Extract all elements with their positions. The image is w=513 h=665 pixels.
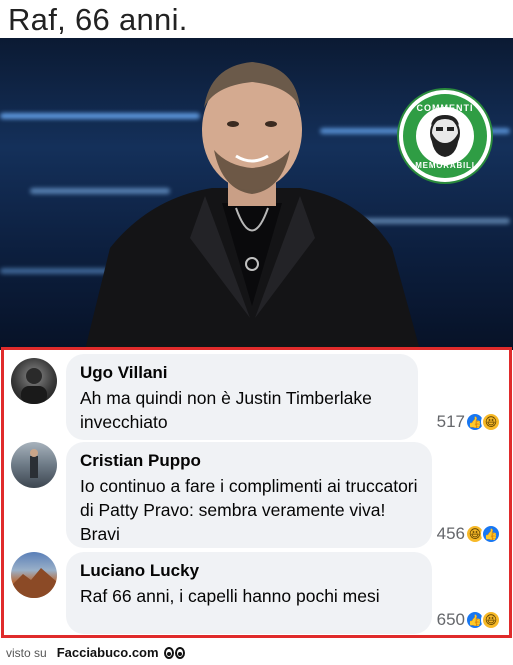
reactions[interactable]: 456 😆 👍 [437,524,501,544]
avatar[interactable] [11,358,57,404]
comment-author[interactable]: Cristian Puppo [80,450,418,472]
comment-author[interactable]: Luciano Lucky [80,560,418,582]
like-icon: 👍 [481,524,501,544]
comments-panel: Ugo Villani Ah ma quindi non è Justin Ti… [1,347,512,638]
logo-top-text: COMMENTI [416,103,474,113]
haha-icon: 😆 [481,610,501,630]
reaction-count: 456 [436,524,465,543]
comment-author[interactable]: Ugo Villani [80,362,404,384]
comment-bubble[interactable]: Cristian Puppo Io continuo a fare i comp… [66,442,432,548]
person-figure [85,62,420,350]
logo-bottom-text: MEMORABILI [415,161,475,170]
avatar[interactable] [11,442,57,488]
commenti-memorabili-logo: COMMENTI MEMORABILI [399,90,491,182]
reactions[interactable]: 517 👍 😆 [437,412,501,432]
comment-text: Raf 66 anni, i capelli hanno pochi mesi [80,586,380,606]
reaction-count: 517 [436,412,465,431]
comment: Ugo Villani Ah ma quindi non è Justin Ti… [4,354,509,444]
comment-bubble[interactable]: Luciano Lucky Raf 66 anni, i capelli han… [66,552,432,634]
reaction-count: 650 [436,610,465,629]
comment-text: Ah ma quindi non è Justin Timberlake inv… [80,388,372,432]
comment-text: Io continuo a fare i complimenti ai truc… [80,476,418,544]
footer-label: visto su [6,645,47,660]
comment: Cristian Puppo Io continuo a fare i comp… [4,442,509,548]
avatar[interactable] [11,552,57,598]
footer-site-link[interactable]: Facciabuco.com [57,645,159,660]
reactions[interactable]: 650 👍 😆 [437,610,501,630]
footer: visto su Facciabuco.com [0,640,513,665]
bearded-face-icon [416,107,474,165]
meme-title: Raf, 66 anni. [8,2,188,37]
haha-icon: 😆 [481,412,501,432]
eyes-icon [163,646,185,659]
comment-bubble[interactable]: Ugo Villani Ah ma quindi non è Justin Ti… [66,354,418,440]
photo: COMMENTI MEMORABILI [0,38,513,350]
comment: Luciano Lucky Raf 66 anni, i capelli han… [4,552,509,634]
